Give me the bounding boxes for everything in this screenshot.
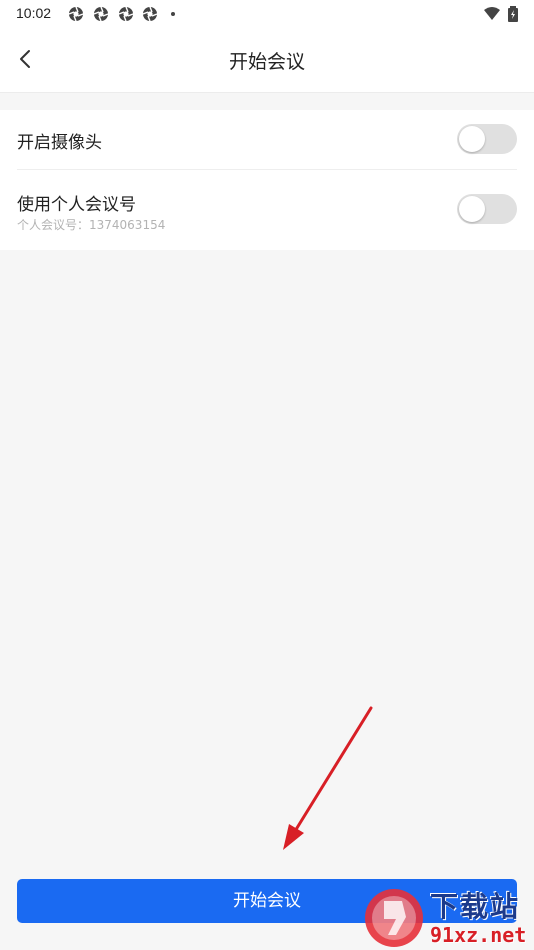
site-logo-icon xyxy=(365,889,423,947)
setting-row-personal-meeting-id[interactable]: 使用个人会议号 个人会议号：1374063154 xyxy=(0,170,534,250)
status-time: 10:02 xyxy=(16,5,52,21)
camera-label: 开启摄像头 xyxy=(17,133,102,153)
personal-meeting-id-toggle[interactable] xyxy=(457,194,517,224)
watermark: 下载站 91xz.net xyxy=(362,883,534,950)
personal-meeting-id-label: 使用个人会议号 xyxy=(17,195,136,215)
status-bar: 10:02 xyxy=(0,0,534,28)
page-title: 开始会议 xyxy=(228,51,305,73)
camera-toggle[interactable] xyxy=(457,124,517,154)
app-header: 开始会议 xyxy=(0,28,534,93)
watermark-title: 下载站 xyxy=(430,890,521,923)
aperture-icon xyxy=(68,6,84,22)
battery-icon xyxy=(508,6,518,22)
aperture-icon xyxy=(118,6,134,22)
aperture-icon xyxy=(93,6,109,22)
watermark-url: 91xz.net xyxy=(430,923,527,947)
more-notifications-dot xyxy=(171,12,175,16)
annotation-arrow-icon xyxy=(283,706,373,850)
toggle-knob xyxy=(459,126,485,152)
toggle-knob xyxy=(459,196,485,222)
aperture-icon xyxy=(142,6,158,22)
personal-meeting-id-number: 个人会议号：1374063154 xyxy=(17,218,166,232)
setting-row-camera[interactable]: 开启摄像头 xyxy=(0,110,534,170)
wifi-icon xyxy=(484,7,500,20)
settings-card: 开启摄像头 使用个人会议号 个人会议号：1374063154 xyxy=(0,110,534,250)
